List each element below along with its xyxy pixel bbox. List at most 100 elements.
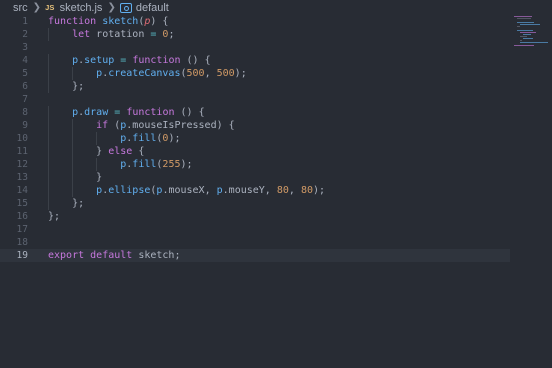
line-number: 17	[16, 224, 28, 235]
minimap[interactable]	[512, 14, 552, 46]
code-text: p.setup = function () {	[72, 54, 211, 67]
code-token: fill	[132, 133, 157, 144]
line-number: 1	[22, 16, 28, 27]
code-token: setup	[84, 55, 115, 66]
code-line[interactable]: 10 p.fill(0);	[0, 132, 510, 145]
code-line[interactable]: 8 p.draw = function () {	[0, 106, 510, 119]
code-token: }	[96, 172, 103, 183]
code-line[interactable]: 14 p.ellipse(p.mouseX, p.mouseY, 80, 80);	[0, 184, 510, 197]
code-token: if	[96, 120, 109, 131]
code-token: 500	[216, 68, 235, 79]
code-text: if (p.mouseIsPressed) {	[96, 119, 235, 132]
line-number: 5	[22, 68, 28, 79]
line-number: 10	[16, 133, 28, 144]
indent-guide	[72, 145, 74, 158]
code-token: function	[132, 55, 181, 66]
line-number: 18	[16, 237, 28, 248]
breadcrumb-symbol[interactable]: default	[136, 2, 169, 14]
code-token: ,	[288, 185, 301, 196]
breadcrumb-folder[interactable]: src	[13, 2, 28, 14]
code-token: default	[90, 250, 133, 261]
code-text: let rotation = 0;	[72, 28, 174, 41]
code-token: .mouseY,	[222, 185, 277, 196]
indent-guide	[48, 158, 49, 171]
code-token: 80	[300, 185, 313, 196]
code-token: (	[108, 120, 121, 131]
code-text: p.fill(0);	[120, 132, 180, 145]
line-number: 15	[16, 198, 28, 209]
code-text: };	[48, 210, 60, 223]
code-area[interactable]: 1 function sketch(p) { 2 let rotation = 0; 3…	[0, 15, 510, 262]
code-line[interactable]: 17	[0, 223, 510, 236]
code-line[interactable]: 15};	[0, 197, 510, 210]
code-token: sketch;	[132, 250, 181, 261]
code-editor[interactable]: src ❯ JS sketch.js ❯ default 1 function s…	[0, 0, 552, 368]
code-line[interactable]: 1 function sketch(p) {	[0, 15, 510, 28]
line-number: 12	[16, 159, 28, 170]
indent-guide	[72, 67, 74, 80]
code-text: p.ellipse(p.mouseX, p.mouseY, 80, 80);	[96, 184, 325, 197]
chevron-right-icon: ❯	[107, 2, 116, 13]
line-number: 11	[16, 146, 28, 157]
breadcrumb: src ❯ JS sketch.js ❯ default	[0, 0, 169, 15]
indent-guide	[48, 106, 49, 119]
code-token: ;	[168, 29, 175, 40]
code-text: } else {	[96, 145, 144, 158]
indent-guide	[48, 132, 49, 145]
code-token: export	[48, 250, 85, 261]
code-line[interactable]: 19 export default sketch;	[0, 249, 510, 262]
code-line[interactable]: 5 p.createCanvas(500, 500);	[0, 67, 510, 80]
code-text: p.draw = function () {	[72, 106, 205, 119]
code-line[interactable]: 6};	[0, 80, 510, 93]
line-number: 4	[22, 55, 28, 66]
code-line[interactable]: 13}	[0, 171, 510, 184]
line-number: 2	[22, 29, 28, 40]
code-line[interactable]: 9 if (p.mouseIsPressed) {	[0, 119, 510, 132]
line-number: 8	[22, 107, 28, 118]
code-token: function	[48, 16, 103, 27]
code-line[interactable]: 4 p.setup = function () {	[0, 54, 510, 67]
code-line[interactable]: 11 } else {	[0, 145, 510, 158]
code-token: );	[312, 185, 326, 196]
symbol-variable-icon	[119, 2, 132, 13]
indent-guide	[48, 171, 49, 184]
code-text: }	[96, 171, 102, 184]
line-number: 19	[16, 250, 28, 261]
code-token: let	[72, 29, 97, 40]
line-number: 7	[22, 94, 28, 105]
line-number: 13	[16, 172, 28, 183]
code-token: };	[48, 211, 61, 222]
code-token: else	[108, 146, 133, 157]
line-number: 3	[22, 42, 28, 53]
code-token: );	[234, 68, 247, 79]
code-text: p.createCanvas(500, 500);	[96, 67, 247, 80]
code-token: };	[72, 81, 85, 92]
javascript-file-icon: JS	[45, 3, 55, 12]
code-token: fill	[132, 159, 157, 170]
line-number: 9	[22, 120, 28, 131]
code-text: function sketch(p) {	[48, 15, 168, 28]
indent-guide	[96, 158, 98, 171]
code-line[interactable]: 2 let rotation = 0;	[0, 28, 510, 41]
code-text: };	[72, 197, 84, 210]
code-token: .mouseIsPressed) {	[126, 120, 235, 131]
code-line[interactable]: 16};	[0, 210, 510, 223]
line-number: 16	[16, 211, 28, 222]
breadcrumb-file[interactable]: sketch.js	[60, 2, 103, 14]
code-line[interactable]: 18	[0, 236, 510, 249]
indent-guide	[48, 119, 49, 132]
code-line[interactable]: 12 p.fill(255);	[0, 158, 510, 171]
indent-guide	[48, 145, 49, 158]
code-token: () {	[174, 107, 205, 118]
code-line[interactable]: 7	[0, 93, 510, 106]
code-token: );	[180, 159, 193, 170]
code-token: () {	[180, 55, 211, 66]
code-token: ellipse	[108, 185, 151, 196]
code-line[interactable]: 3	[0, 41, 510, 54]
code-token: 255	[162, 159, 181, 170]
code-text: p.fill(255);	[120, 158, 192, 171]
code-token: 500	[186, 68, 205, 79]
chevron-right-icon: ❯	[32, 2, 42, 13]
code-token: ,	[204, 68, 217, 79]
indent-guide	[72, 132, 74, 145]
